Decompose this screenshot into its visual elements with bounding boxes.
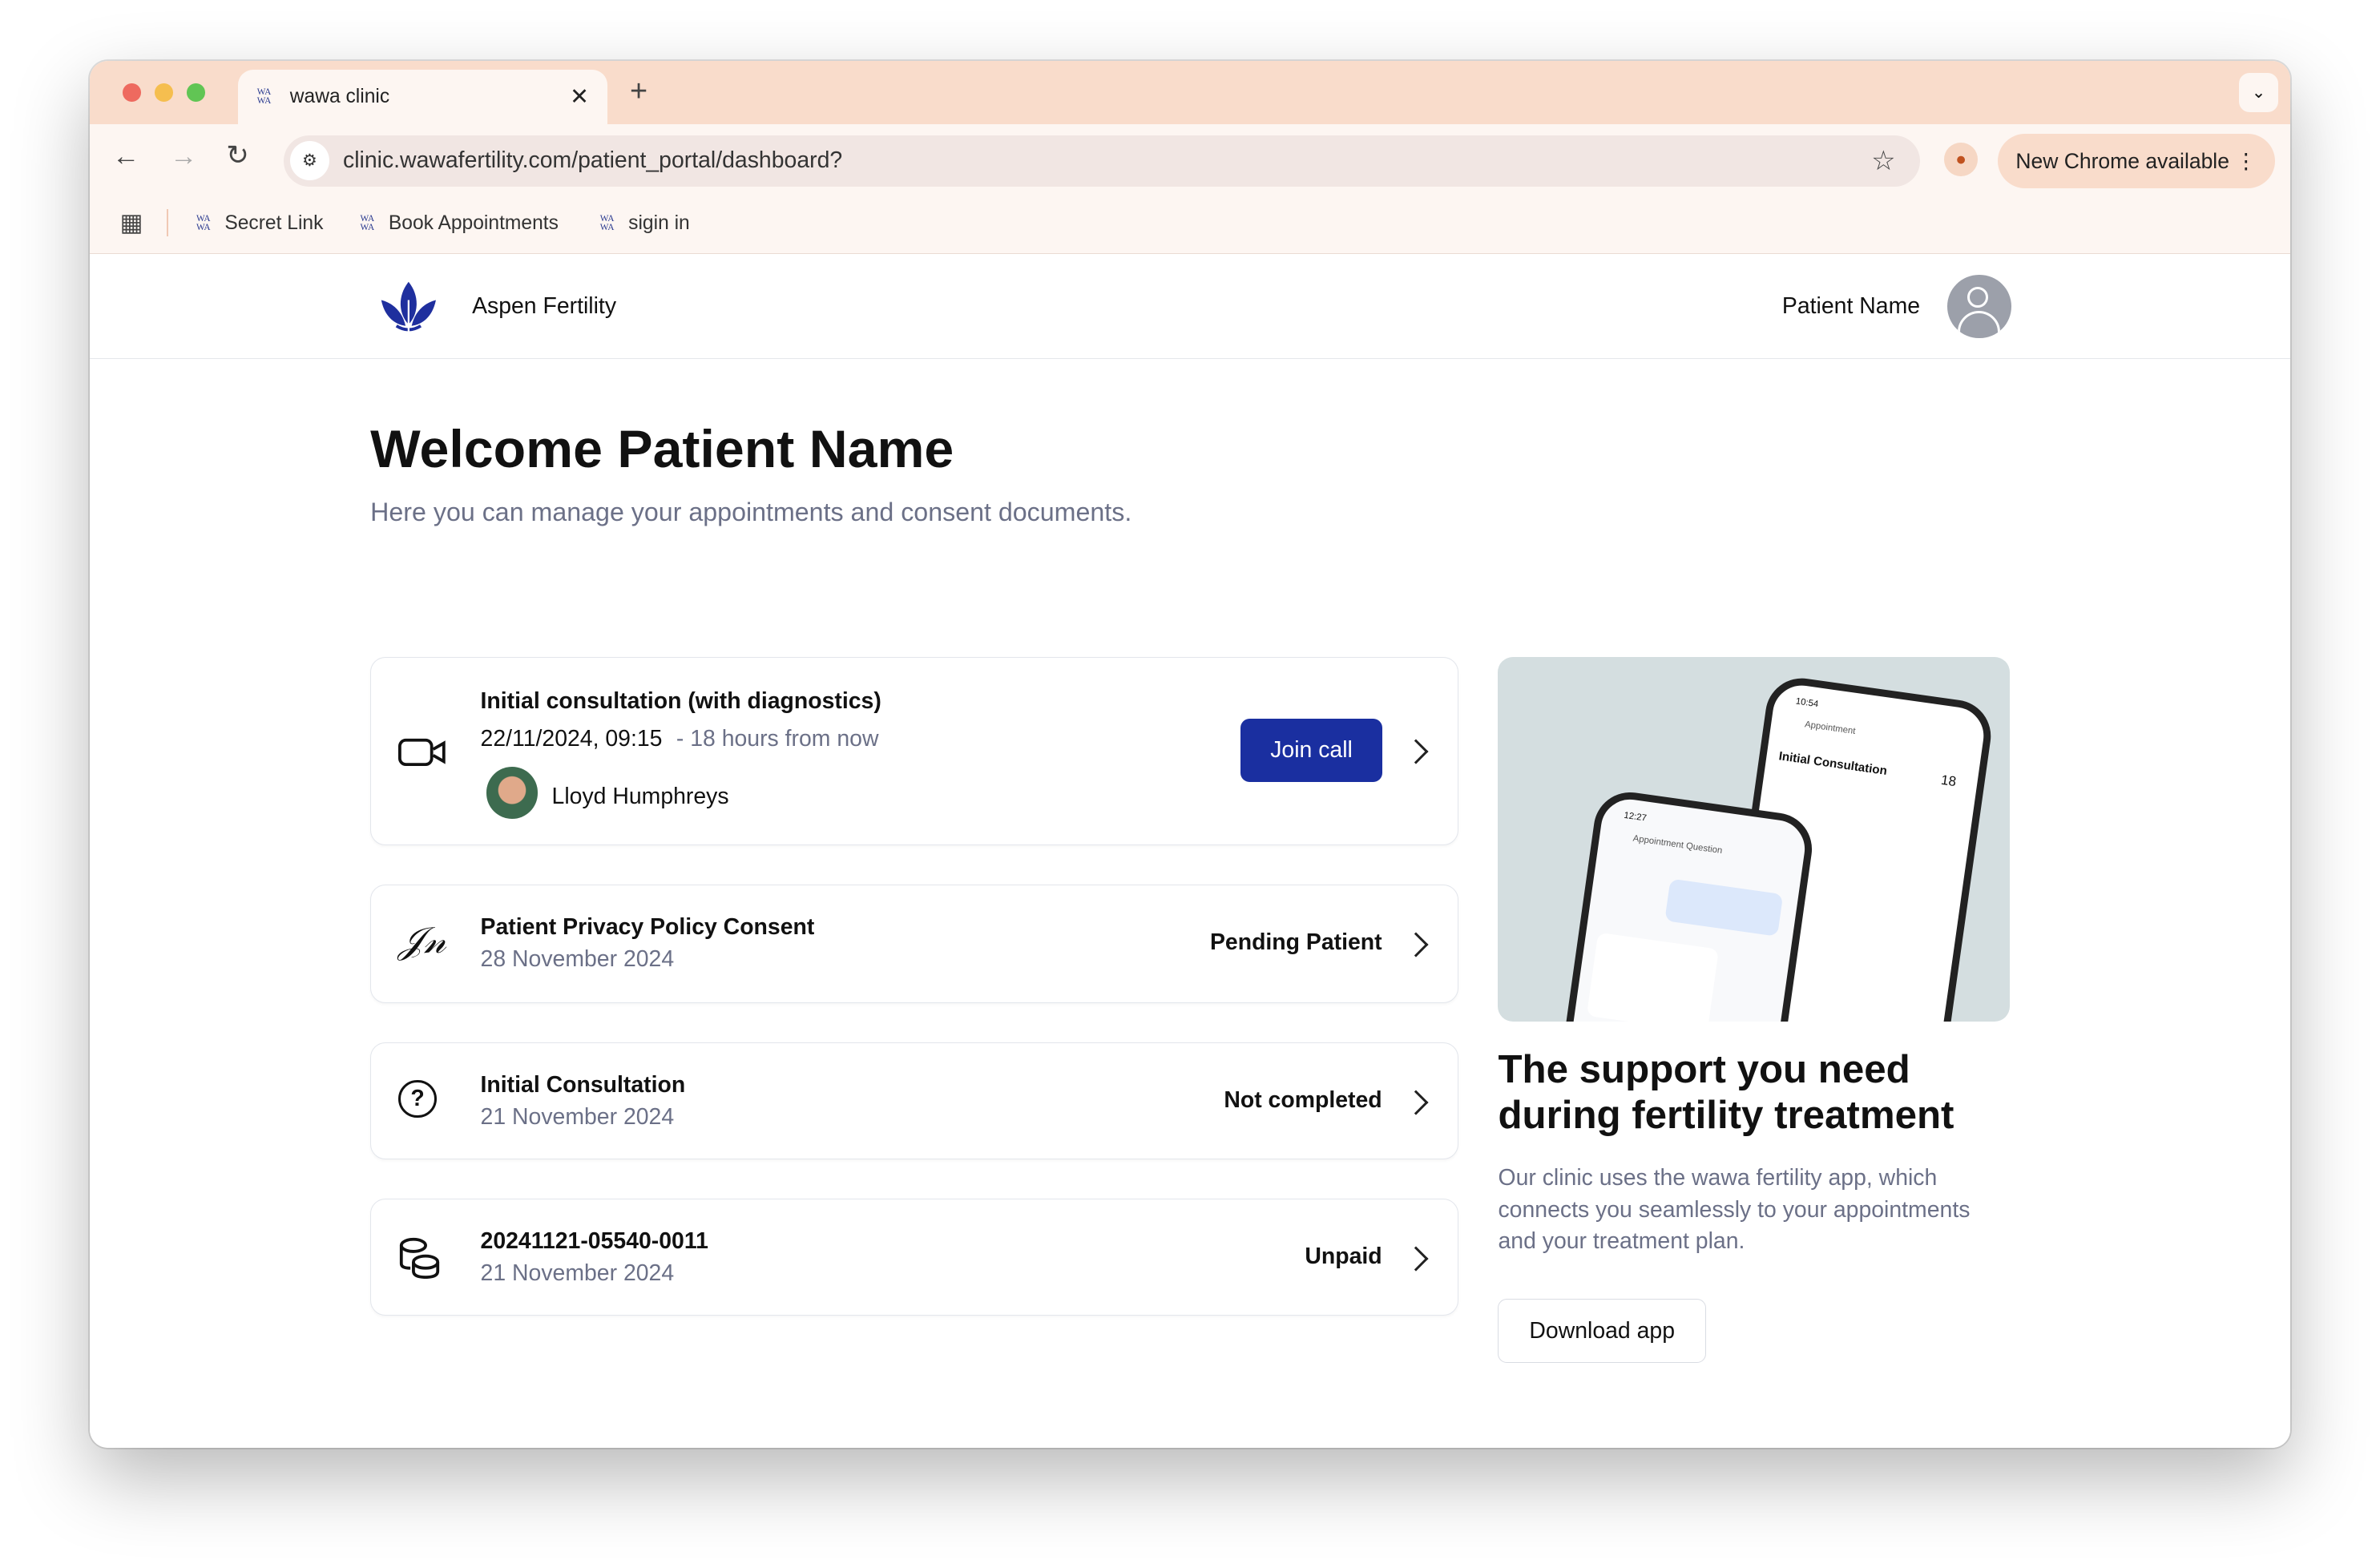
document-title: Patient Privacy Policy Consent <box>480 914 815 941</box>
status-badge: Unpaid <box>1305 1244 1382 1270</box>
avatar[interactable] <box>1947 274 2011 339</box>
aspen-logo-icon[interactable] <box>378 279 439 337</box>
signature-icon: 𝒥𝓃 <box>398 919 446 961</box>
chrome-update-button[interactable]: New Chrome available ⋮ <box>1997 133 2275 188</box>
address-bar[interactable]: ⚙ clinic.wawafertility.com/patient_porta… <box>284 135 1921 187</box>
user-name[interactable]: Patient Name <box>1782 293 1920 320</box>
bookmark-label: sigin in <box>628 212 690 235</box>
questionnaire-date: 21 November 2024 <box>480 1103 675 1130</box>
close-tab-icon[interactable]: ✕ <box>570 83 589 111</box>
user-icon <box>1967 286 1989 308</box>
minimize-window-button[interactable] <box>155 83 173 102</box>
status-badge: Not completed <box>1224 1087 1382 1114</box>
apps-grid-icon[interactable]: ▦ <box>120 209 143 237</box>
site-info-icon[interactable]: ⚙ <box>289 141 329 181</box>
url-text[interactable]: clinic.wawafertility.com/patient_portal/… <box>343 147 842 174</box>
promo-body: Our clinic uses the wawa fertility app, … <box>1498 1164 1971 1255</box>
new-tab-button[interactable]: + <box>630 75 647 109</box>
appointment-datetime: 22/11/2024, 09:15 <box>480 726 663 752</box>
profile-icon[interactable]: ● <box>1944 143 1978 176</box>
divider <box>167 209 169 237</box>
document-date: 28 November 2024 <box>480 945 675 972</box>
join-call-button[interactable]: Join call <box>1240 718 1382 783</box>
page-subtitle: Here you can manage your appointments an… <box>370 498 1132 527</box>
favicon-icon: WA WA <box>360 213 375 233</box>
video-camera-icon <box>398 738 446 766</box>
phone-heading: Initial Consultation <box>1777 749 1888 779</box>
invoice-date: 21 November 2024 <box>480 1260 675 1287</box>
status-badge: Pending Patient <box>1209 929 1382 956</box>
brand-name[interactable]: Aspen Fertility <box>472 293 616 320</box>
page-title: Welcome Patient Name <box>370 419 954 479</box>
favicon-icon: WA WA <box>256 87 272 107</box>
chevron-right-icon[interactable] <box>1403 1090 1429 1115</box>
favicon-icon: WA WA <box>196 213 211 233</box>
maximize-window-button[interactable] <box>186 83 205 102</box>
phone-screen-title: Appointment <box>1803 719 1856 736</box>
phone-time: 10:54 <box>1794 696 1819 710</box>
appointment-relative-time: - 18 hours from now <box>676 726 879 752</box>
phone-time: 12:27 <box>1623 810 1648 824</box>
appointment-title: Initial consultation (with diagnostics) <box>480 687 881 714</box>
bookmark-label: Secret Link <box>224 212 324 235</box>
app-promo-image: 10:54 Appointment Initial Consultation 1… <box>1498 657 2010 1022</box>
forward-button[interactable]: → <box>170 141 197 172</box>
chevron-right-icon[interactable] <box>1403 739 1429 764</box>
appointment-card[interactable]: Initial consultation (with diagnostics) … <box>370 657 1459 846</box>
tab-search-button[interactable]: ⌄ <box>2238 72 2279 113</box>
bookmark-star-icon[interactable]: ☆ <box>1871 145 1896 177</box>
questionnaire-card[interactable]: ? Initial Consultation 21 November 2024 … <box>370 1042 1459 1160</box>
question-circle-icon: ? <box>398 1079 437 1119</box>
practitioner-avatar <box>486 767 539 819</box>
promo-title: The support you need during fertility tr… <box>1498 1046 1954 1137</box>
chevron-right-icon[interactable] <box>1403 932 1429 957</box>
questionnaire-title: Initial Consultation <box>480 1072 686 1098</box>
toolbar: ← → ↻ ⚙ clinic.wawafertility.com/patient… <box>89 124 2291 195</box>
practitioner-name: Lloyd Humphreys <box>551 784 729 810</box>
tab-title: wawa clinic <box>289 86 390 108</box>
download-app-button[interactable]: Download app <box>1498 1299 1706 1363</box>
back-button[interactable]: ← <box>112 141 139 172</box>
tab-active[interactable]: WA WA wawa clinic ✕ <box>238 70 607 125</box>
bookmark-label: Book Appointments <box>388 212 559 235</box>
menu-icon[interactable]: ⋮ <box>2236 134 2257 188</box>
browser-window: WA WA wawa clinic ✕ + ⌄ ← → ↻ ⚙ clinic.wa… <box>89 60 2291 1448</box>
phone-day: 18 <box>1939 772 1957 790</box>
favicon-icon: WA WA <box>599 213 615 233</box>
page-content: Aspen Fertility Patient Name Welcome Pat… <box>89 255 2291 1448</box>
tab-bar: WA WA wawa clinic ✕ + ⌄ <box>89 60 2291 125</box>
update-label: New Chrome available <box>2015 148 2229 173</box>
invoice-card[interactable]: 20241121-05540-0011 21 November 2024 Unp… <box>370 1199 1459 1316</box>
bookmark-book-appointments[interactable]: WA WA Book Appointments <box>357 212 559 235</box>
phone-screen-title: Appointment Question <box>1632 833 1724 856</box>
bookmark-sign-in[interactable]: WA WA sigin in <box>596 212 690 235</box>
consent-card[interactable]: 𝒥𝓃 Patient Privacy Policy Consent 28 Nov… <box>370 885 1459 1004</box>
invoice-number: 20241121-05540-0011 <box>480 1228 708 1255</box>
bookmarks-bar: ▦ WA WA Secret Link WA WA Book Appointments … <box>89 194 2291 255</box>
site-header: Aspen Fertility Patient Name <box>89 255 2291 359</box>
close-window-button[interactable] <box>123 83 142 102</box>
reload-button[interactable]: ↻ <box>226 139 249 171</box>
bookmark-secret-link[interactable]: WA WA Secret Link <box>193 212 324 235</box>
chevron-right-icon[interactable] <box>1403 1246 1429 1272</box>
phone-front: 12:27 Appointment Question <box>1551 788 1817 1022</box>
coins-icon <box>400 1237 440 1279</box>
